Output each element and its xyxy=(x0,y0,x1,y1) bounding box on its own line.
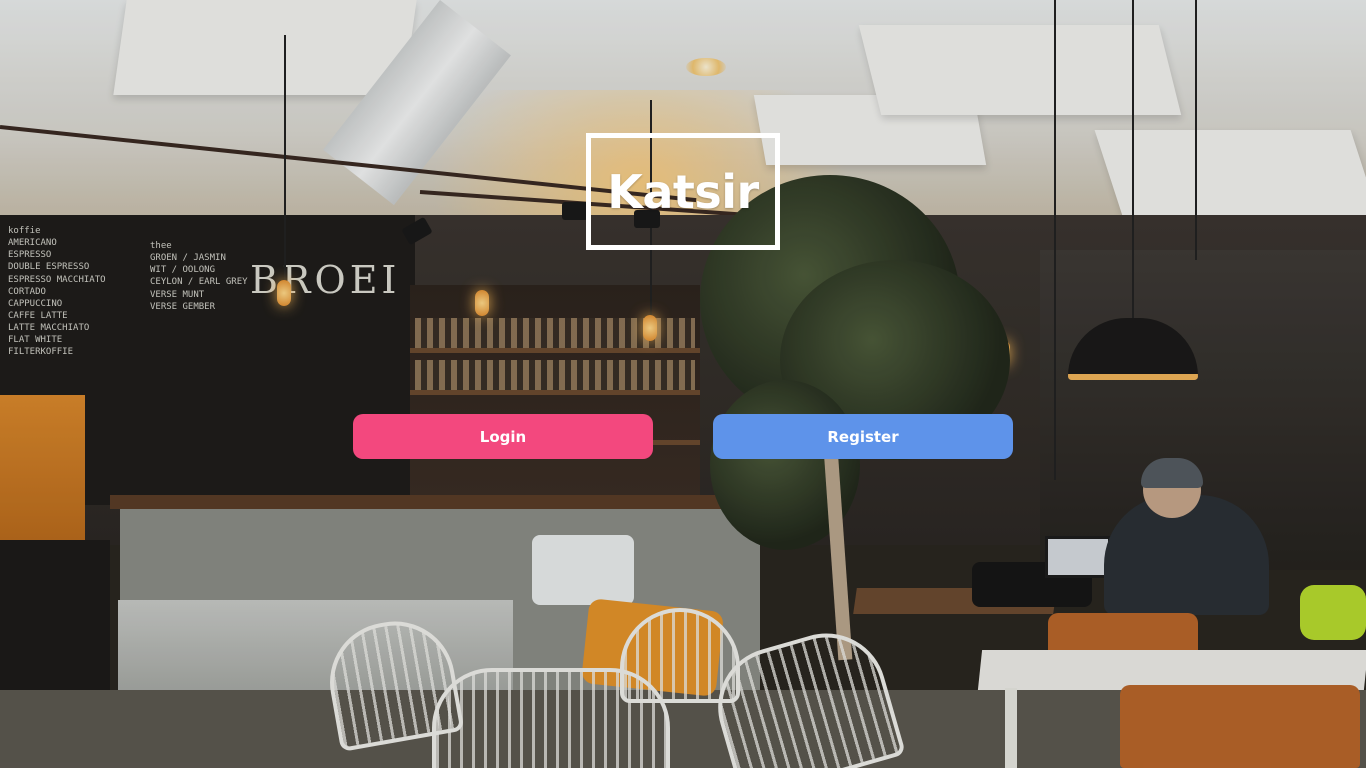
brand-title: Katsir xyxy=(607,164,759,219)
cafe-background-photo: koffie AMERICANO ESPRESSO DOUBLE ESPRESS… xyxy=(0,0,1366,768)
login-button[interactable]: Login xyxy=(353,414,653,459)
brand-logo-frame: Katsir xyxy=(586,133,780,250)
photo-overlay xyxy=(0,0,1366,768)
register-button[interactable]: Register xyxy=(713,414,1013,459)
